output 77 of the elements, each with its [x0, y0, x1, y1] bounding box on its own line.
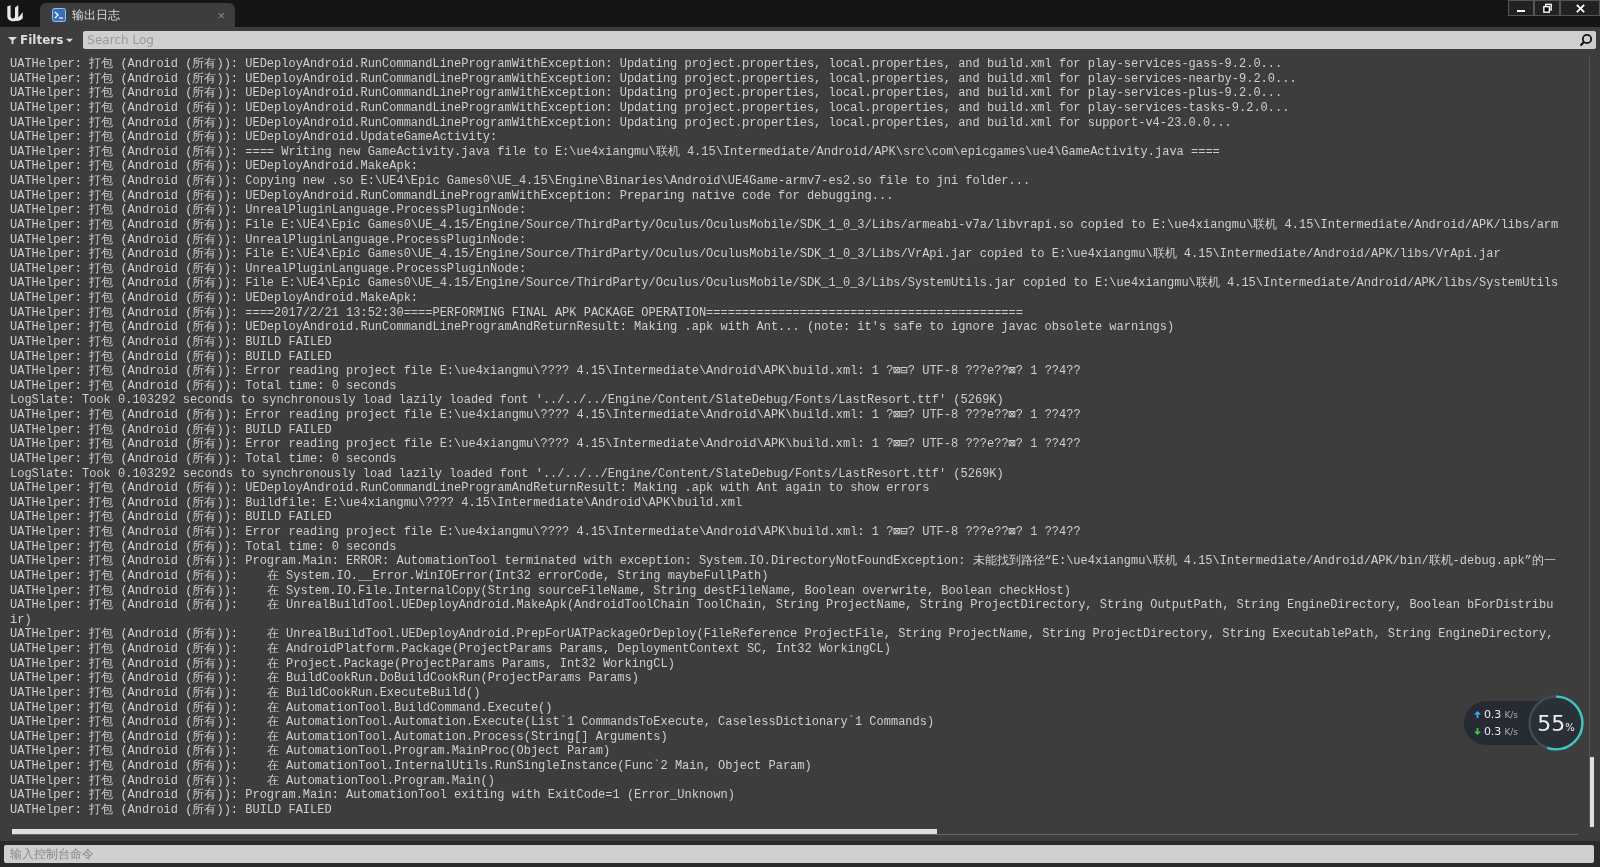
- log-line: UATHelper: 打包 (Android (所有)): Error reading project file E:\ue4xiangmu\???? 4.15\Intermediate\Android\APK\build.xml: 1 ?⊠⊟? UTF-8 ???e??⊠? 1 ??4??: [10, 408, 1081, 423]
- log-line: UATHelper: 打包 (Android (所有)): 在 UnrealBuildTool.UEDeployAndroid.MakeApk(AndroidToolChain ToolChain, String ProjectName, String ProjectDirectory, String OutputPath, String EngineDirectory, Boolean bForDistribu: [10, 598, 1554, 613]
- log-line: UATHelper: 打包 (Android (所有)): File E:\UE4\Epic Games0\UE_4.15/Engine/Source/ThirdParty/Oculus/OculusMobile/SDK_1_0_3/Libs/VrApi.jar copied to E:\ue4xiangmu\联机 4.15\Intermediate/Android/APK/libs/VrApi.jar: [10, 247, 1501, 262]
- log-line: UATHelper: 打包 (Android (所有)): BUILD FAILED: [10, 422, 332, 437]
- speed-unit: K/s: [1504, 726, 1518, 737]
- log-line: UATHelper: 打包 (Android (所有)): ==== Writing new GameActivity.java file to E:\ue4xiangmu\联机 4.15\Intermediate/Android/APK\src\com\epicgames\ue4\GameActivity.java ====: [10, 144, 1220, 159]
- console-input[interactable]: 输入控制台命令: [4, 845, 1594, 863]
- minimize-button[interactable]: [1508, 0, 1534, 16]
- log-line: UATHelper: 打包 (Android (所有)): 在 System.IO.File.InternalCopy(String sourceFileName, String destFileName, Boolean overwrite, Boolean checkHost): [10, 583, 1071, 598]
- terminal-icon: [52, 8, 66, 22]
- log-line: UATHelper: 打包 (Android (所有)): 在 AndroidPlatform.Package(ProjectParams Params, DeploymentContext SC, Int32 WorkingCL): [10, 642, 891, 657]
- scrollbar-thumb[interactable]: [1590, 757, 1594, 827]
- log-line: UATHelper: 打包 (Android (所有)): UEDeployAndroid.RunCommandLineProgramAndReturnResult: Making .apk with Ant again to show errors: [10, 481, 930, 496]
- log-line: UATHelper: 打包 (Android (所有)): Error reading project file E:\ue4xiangmu\???? 4.15\Intermediate\Android\APK\build.xml: 1 ?⊠⊟? UTF-8 ???e??⊠? 1 ??4??: [10, 437, 1081, 452]
- log-line: UATHelper: 打包 (Android (所有)): UEDeployAndroid.RunCommandLineProgramWithException: Updating project.properties, local.properties, and build.xml for play-services-plus-9.2.0...: [10, 86, 1283, 101]
- log-line: UATHelper: 打包 (Android (所有)): UEDeployAndroid.RunCommandLineProgramAndReturnResult: Making .apk with Ant... (note: it's safe to ignore javac obsolete warnings): [10, 320, 1175, 335]
- minimize-icon: [1517, 10, 1525, 12]
- log-line: UATHelper: 打包 (Android (所有)): Total time: 0 seconds: [10, 539, 397, 554]
- log-line: UATHelper: 打包 (Android (所有)): UEDeployAndroid.RunCommandLineProgramWithException: Preparing native code for debugging...: [10, 188, 894, 203]
- log-line: UATHelper: 打包 (Android (所有)): 在 Project.Package(ProjectParams Params, Int32 WorkingCL): [10, 656, 675, 671]
- funnel-icon: [8, 35, 17, 45]
- log-line: UATHelper: 打包 (Android (所有)): UEDeployAndroid.RunCommandLineProgramWithException: Updating project.properties, local.properties, and build.xml for play-services-tasks-9.2.0...: [10, 100, 1290, 116]
- log-line: UATHelper: 打包 (Android (所有)): UEDeployAndroid.UpdateGameActivity:: [10, 130, 498, 145]
- log-line: UATHelper: 打包 (Android (所有)): File E:\UE4\Epic Games0\UE_4.15/Engine/Source/ThirdParty/Oculus/OculusMobile/SDK_1_0_3/Libs/SystemUtils.jar copied to E:\ue4xiangmu\联机 4.15\Intermediate/Android/APK/libs/SystemUtils: [10, 276, 1559, 291]
- log-line: UATHelper: 打包 (Android (所有)): UnrealPluginLanguage.ProcessPluginNode:: [10, 203, 527, 218]
- log-line: UATHelper: 打包 (Android (所有)): BUILD FAILED: [10, 510, 332, 525]
- upload-speed: 0.3: [1483, 708, 1502, 721]
- log-line: UATHelper: 打包 (Android (所有)): Program.Main: ERROR: AutomationTool terminated with exception: System.IO.DirectoryNotFoundException: 未能找到路径“E:\ue4xiangmu\联机 4.15\Intermediate/Android/APK/bin/联机-debug.apk”的一: [10, 554, 1556, 569]
- close-button[interactable]: [1560, 0, 1600, 16]
- log-line: UATHelper: 打包 (Android (所有)): UnrealPluginLanguage.ProcessPluginNode:: [10, 232, 527, 247]
- log-line: UATHelper: 打包 (Android (所有)): UEDeployAndroid.RunCommandLineProgramWithException: Updating project.properties, local.properties, and build.xml for support-v4-23.0.0...: [10, 115, 1232, 130]
- log-line: UATHelper: 打包 (Android (所有)): 在 BuildCookRun.DoBuildCookRun(ProjectParams Params): [10, 671, 639, 686]
- log-line: LogSlate: Took 0.103292 seconds to synchronously load lazily loaded font '../../../Engine/Content/SlateDebug/Fonts/LastResort.ttf' (5269K): [10, 393, 1004, 408]
- log-line: UATHelper: 打包 (Android (所有)): 在 AutomationTool.Program.Main(): [10, 773, 495, 788]
- log-line: UATHelper: 打包 (Android (所有)): Copying new .so E:\UE4\Epic Games0\UE_4.15\Engine\Binaries\Android\UE4Game-armv7-es2.so file to jni folder...: [10, 174, 1031, 189]
- log-line: UATHelper: 打包 (Android (所有)): UEDeployAndroid.MakeApk:: [10, 159, 419, 174]
- log-line: UATHelper: 打包 (Android (所有)): UEDeployAndroid.RunCommandLineProgramWithException: Updating project.properties, local.properties, and build.xml for play-services-gass-9.2.0...: [10, 57, 1283, 72]
- restore-button[interactable]: [1534, 0, 1560, 16]
- engine-logo-icon: [4, 2, 26, 24]
- log-line: UATHelper: 打包 (Android (所有)): 在 AutomationTool.BuildCommand.Execute(): [10, 700, 553, 715]
- log-line: UATHelper: 打包 (Android (所有)): BUILD FAILED: [10, 334, 332, 350]
- filters-button[interactable]: Filters: [4, 33, 78, 47]
- log-line: ir): [10, 612, 32, 628]
- log-line: UATHelper: 打包 (Android (所有)): Total time: 0 seconds: [10, 451, 397, 467]
- log-line: UATHelper: 打包 (Android (所有)): Total time: 0 seconds: [10, 378, 397, 394]
- percent-sign: %: [1565, 721, 1575, 733]
- log-line: UATHelper: 打包 (Android (所有)): Error reading project file E:\ue4xiangmu\???? 4.15\Intermediate\Android\APK\build.xml: 1 ?⊠⊟? UTF-8 ???e??⊠? 1 ??4??: [10, 525, 1081, 540]
- log-line: UATHelper: 打包 (Android (所有)): 在 AutomationTool.InternalUtils.RunSingleInstance(Func`2 Main, Object Param): [10, 759, 812, 774]
- log-line: UATHelper: 打包 (Android (所有)): UnrealPluginLanguage.ProcessPluginNode:: [10, 261, 527, 276]
- log-line: UATHelper: 打包 (Android (所有)): 在 BuildCookRun.ExecuteBuild(): [10, 685, 481, 701]
- log-line: LogSlate: Took 0.103292 seconds to synchronously load lazily loaded font '../../../Engine/Content/SlateDebug/Fonts/LastResort.ttf' (5269K): [10, 466, 1004, 481]
- close-icon: [1574, 2, 1586, 14]
- log-line: UATHelper: 打包 (Android (所有)): BUILD FAILED: [10, 349, 332, 364]
- speed-unit: K/s: [1504, 709, 1518, 720]
- log-line: UATHelper: 打包 (Android (所有)): Buildfile: E:\ue4xiangmu\???? 4.15\Intermediate\Android\APK\build.xml: [10, 495, 743, 510]
- log-line: UATHelper: 打包 (Android (所有)): 在 UnrealBuildTool.UEDeployAndroid.PrepForUATPackageOrDeploy(FileReference ProjectFile, String ProjectName, String ProjectDirectory, String ExecutablePath, String EngineDirectory,: [10, 627, 1554, 642]
- log-line: UATHelper: 打包 (Android (所有)): ====2017/2/21 13:52:30====PERFORMING FINAL APK PACKAGE OPERATION============================================: [10, 305, 1023, 320]
- scrollbar-thumb[interactable]: [12, 829, 937, 834]
- upload-arrow-icon: [1473, 711, 1481, 718]
- tab-title: 输出日志: [72, 6, 121, 24]
- log-line: UATHelper: 打包 (Android (所有)): 在 AutomationTool.Program.MainProc(Object Param): [10, 744, 611, 759]
- log-line: UATHelper: 打包 (Android (所有)): 在 AutomationTool.Automation.Execute(List`1 CommandsToExecute, CaselessDictionary`1 Commands): [10, 715, 935, 730]
- log-line: UATHelper: 打包 (Android (所有)): UEDeployAndroid.MakeApk:: [10, 291, 419, 306]
- restore-icon: [1541, 2, 1553, 14]
- usage-percent: 55: [1537, 710, 1566, 736]
- search-icon: [1576, 31, 1596, 49]
- caret-icon: [66, 36, 74, 44]
- log-line: UATHelper: 打包 (Android (所有)): UEDeployAndroid.RunCommandLineProgramWithException: Updating project.properties, local.properties, and build.xml for play-services-nearby-9.2.0...: [10, 71, 1297, 86]
- download-arrow-icon: [1473, 728, 1481, 735]
- log-line: UATHelper: 打包 (Android (所有)): 在 System.IO.__Error.WinIOError(Int32 errorCode, String maybeFullPath): [10, 568, 769, 584]
- log-line: UATHelper: 打包 (Android (所有)): File E:\UE4\Epic Games0\UE_4.15/Engine/Source/ThirdParty/Oculus/OculusMobile/SDK_1_0_3/Libs/armeabi-v7a/libvrapi.so copied to E:\ue4xiangmu\联机 4.15\Intermediate/Android/APK/libs/arm: [10, 217, 1559, 233]
- log-line: UATHelper: 打包 (Android (所有)): 在 AutomationTool.Automation.Process(String[] Arguments): [10, 729, 668, 744]
- log-line: UATHelper: 打包 (Android (所有)): Program.Main: AutomationTool exiting with ExitCode=1 (Error_Unknown): [10, 788, 735, 803]
- log-line: UATHelper: 打包 (Android (所有)): BUILD FAILED: [10, 802, 332, 818]
- log-line: UATHelper: 打包 (Android (所有)): Error reading project file E:\ue4xiangmu\???? 4.15\Intermediate\Android\APK\build.xml: 1 ?⊠⊟? UTF-8 ???e??⊠? 1 ??4??: [10, 364, 1081, 379]
- download-speed: 0.3: [1483, 725, 1502, 738]
- log-tab[interactable]: 输出日志 ×: [40, 3, 235, 27]
